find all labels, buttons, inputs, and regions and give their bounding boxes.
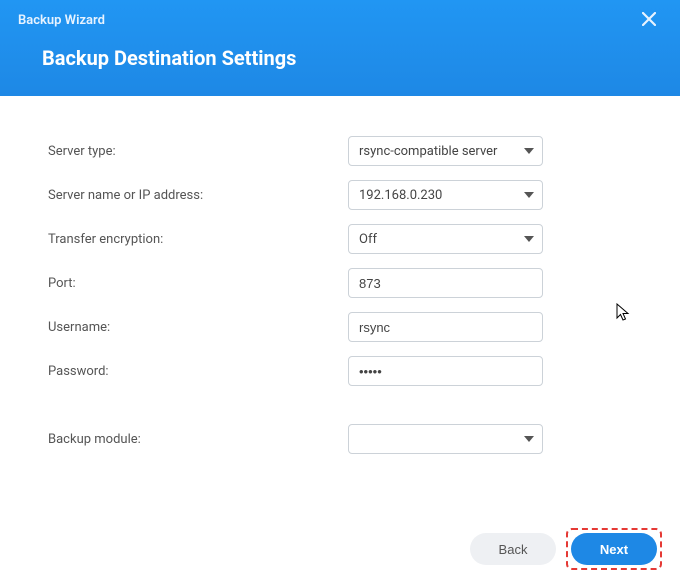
back-button[interactable]: Back xyxy=(470,533,556,565)
password-input-field[interactable] xyxy=(359,364,514,379)
label-encryption: Transfer encryption: xyxy=(48,232,348,247)
chevron-down-icon xyxy=(524,236,534,242)
label-username: Username: xyxy=(48,320,348,335)
server-name-combo[interactable]: 192.168.0.230 xyxy=(348,180,543,210)
row-encryption: Transfer encryption: Off xyxy=(48,224,632,254)
password-input[interactable] xyxy=(348,356,543,386)
backup-module-select[interactable] xyxy=(348,424,543,454)
backup-wizard-window: Backup Wizard Backup Destination Setting… xyxy=(0,0,680,580)
spacer xyxy=(48,400,632,424)
encryption-select[interactable]: Off xyxy=(348,224,543,254)
close-button[interactable] xyxy=(636,7,662,33)
next-button[interactable]: Next xyxy=(571,533,657,565)
row-backup-module: Backup module: xyxy=(48,424,632,454)
row-password: Password: xyxy=(48,356,632,386)
username-input[interactable] xyxy=(348,312,543,342)
row-username: Username: xyxy=(48,312,632,342)
window-title: Backup Wizard xyxy=(18,13,105,28)
form: Server type: rsync-compatible server Ser… xyxy=(0,96,680,454)
chevron-down-icon xyxy=(524,436,534,442)
row-server-type: Server type: rsync-compatible server xyxy=(48,136,632,166)
label-backup-module: Backup module: xyxy=(48,432,348,447)
server-name-value: 192.168.0.230 xyxy=(359,188,442,203)
chevron-down-icon xyxy=(524,148,534,154)
server-type-value: rsync-compatible server xyxy=(359,144,497,159)
header: Backup Wizard Backup Destination Setting… xyxy=(0,0,680,96)
title-row: Backup Wizard xyxy=(0,0,680,30)
footer: Back Next xyxy=(470,528,662,570)
label-server-name: Server name or IP address: xyxy=(48,188,348,203)
username-input-field[interactable] xyxy=(359,320,514,335)
label-port: Port: xyxy=(48,276,348,291)
next-button-highlight: Next xyxy=(566,528,662,570)
close-icon xyxy=(642,11,656,30)
row-port: Port: xyxy=(48,268,632,298)
page-title: Backup Destination Settings xyxy=(0,30,680,70)
encryption-value: Off xyxy=(359,232,377,247)
chevron-down-icon xyxy=(524,192,534,198)
label-server-type: Server type: xyxy=(48,144,348,159)
port-input-field[interactable] xyxy=(359,276,514,291)
port-input[interactable] xyxy=(348,268,543,298)
server-type-select[interactable]: rsync-compatible server xyxy=(348,136,543,166)
row-server-name: Server name or IP address: 192.168.0.230 xyxy=(48,180,632,210)
label-password: Password: xyxy=(48,364,348,379)
